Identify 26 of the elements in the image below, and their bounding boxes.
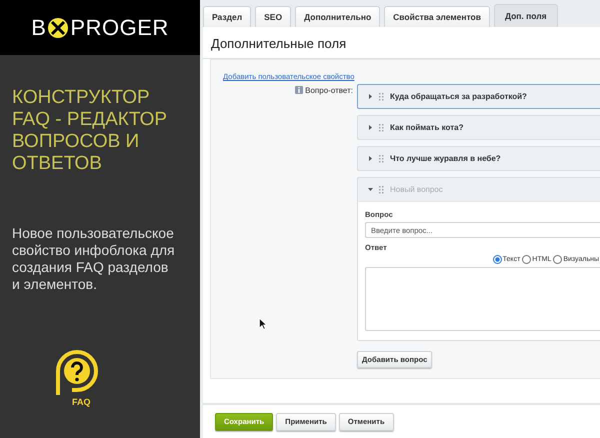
caret-right-icon[interactable] [368, 156, 373, 161]
tab[interactable]: SEO [255, 6, 292, 27]
info-icon [295, 86, 304, 94]
drag-handle-icon[interactable] [379, 124, 384, 132]
promo-description: Новое пользовательское свойство инфоблока для создания FAQ разделов и элементов. [12, 225, 176, 293]
faq-label: FAQ [72, 397, 91, 407]
logo-text: B [31, 14, 46, 40]
caret-right-icon[interactable] [368, 125, 373, 130]
caret-down-icon[interactable] [368, 187, 373, 192]
logo-text: PROGER [70, 14, 169, 40]
caret-right-icon[interactable] [368, 94, 373, 99]
drag-handle-icon[interactable] [379, 154, 384, 162]
tab[interactable]: Свойства элементов [384, 6, 490, 27]
tab[interactable]: Раздел [203, 6, 252, 27]
tab[interactable]: Дополнительно [295, 6, 380, 27]
promo-title: КОНСТРУКТОР FAQ - РЕДАКТОР ВОПРОСОВ И ОТВЕТОВ [12, 87, 168, 175]
drag-handle-icon[interactable] [379, 186, 384, 194]
question-title[interactable]: Как поймать кота? [390, 123, 464, 132]
tab[interactable]: Доп. поля [494, 4, 558, 27]
question-title[interactable]: Что лучше журавля в небе? [390, 154, 501, 163]
drag-handle-icon[interactable] [379, 92, 384, 100]
logo-x-icon [47, 16, 70, 38]
field-label: Вопро-ответ: [305, 86, 353, 95]
answer-text-area[interactable] [365, 267, 600, 331]
question-title[interactable]: Куда обращаться за разработкой? [390, 92, 527, 101]
mouse-pointer-icon [259, 318, 267, 330]
